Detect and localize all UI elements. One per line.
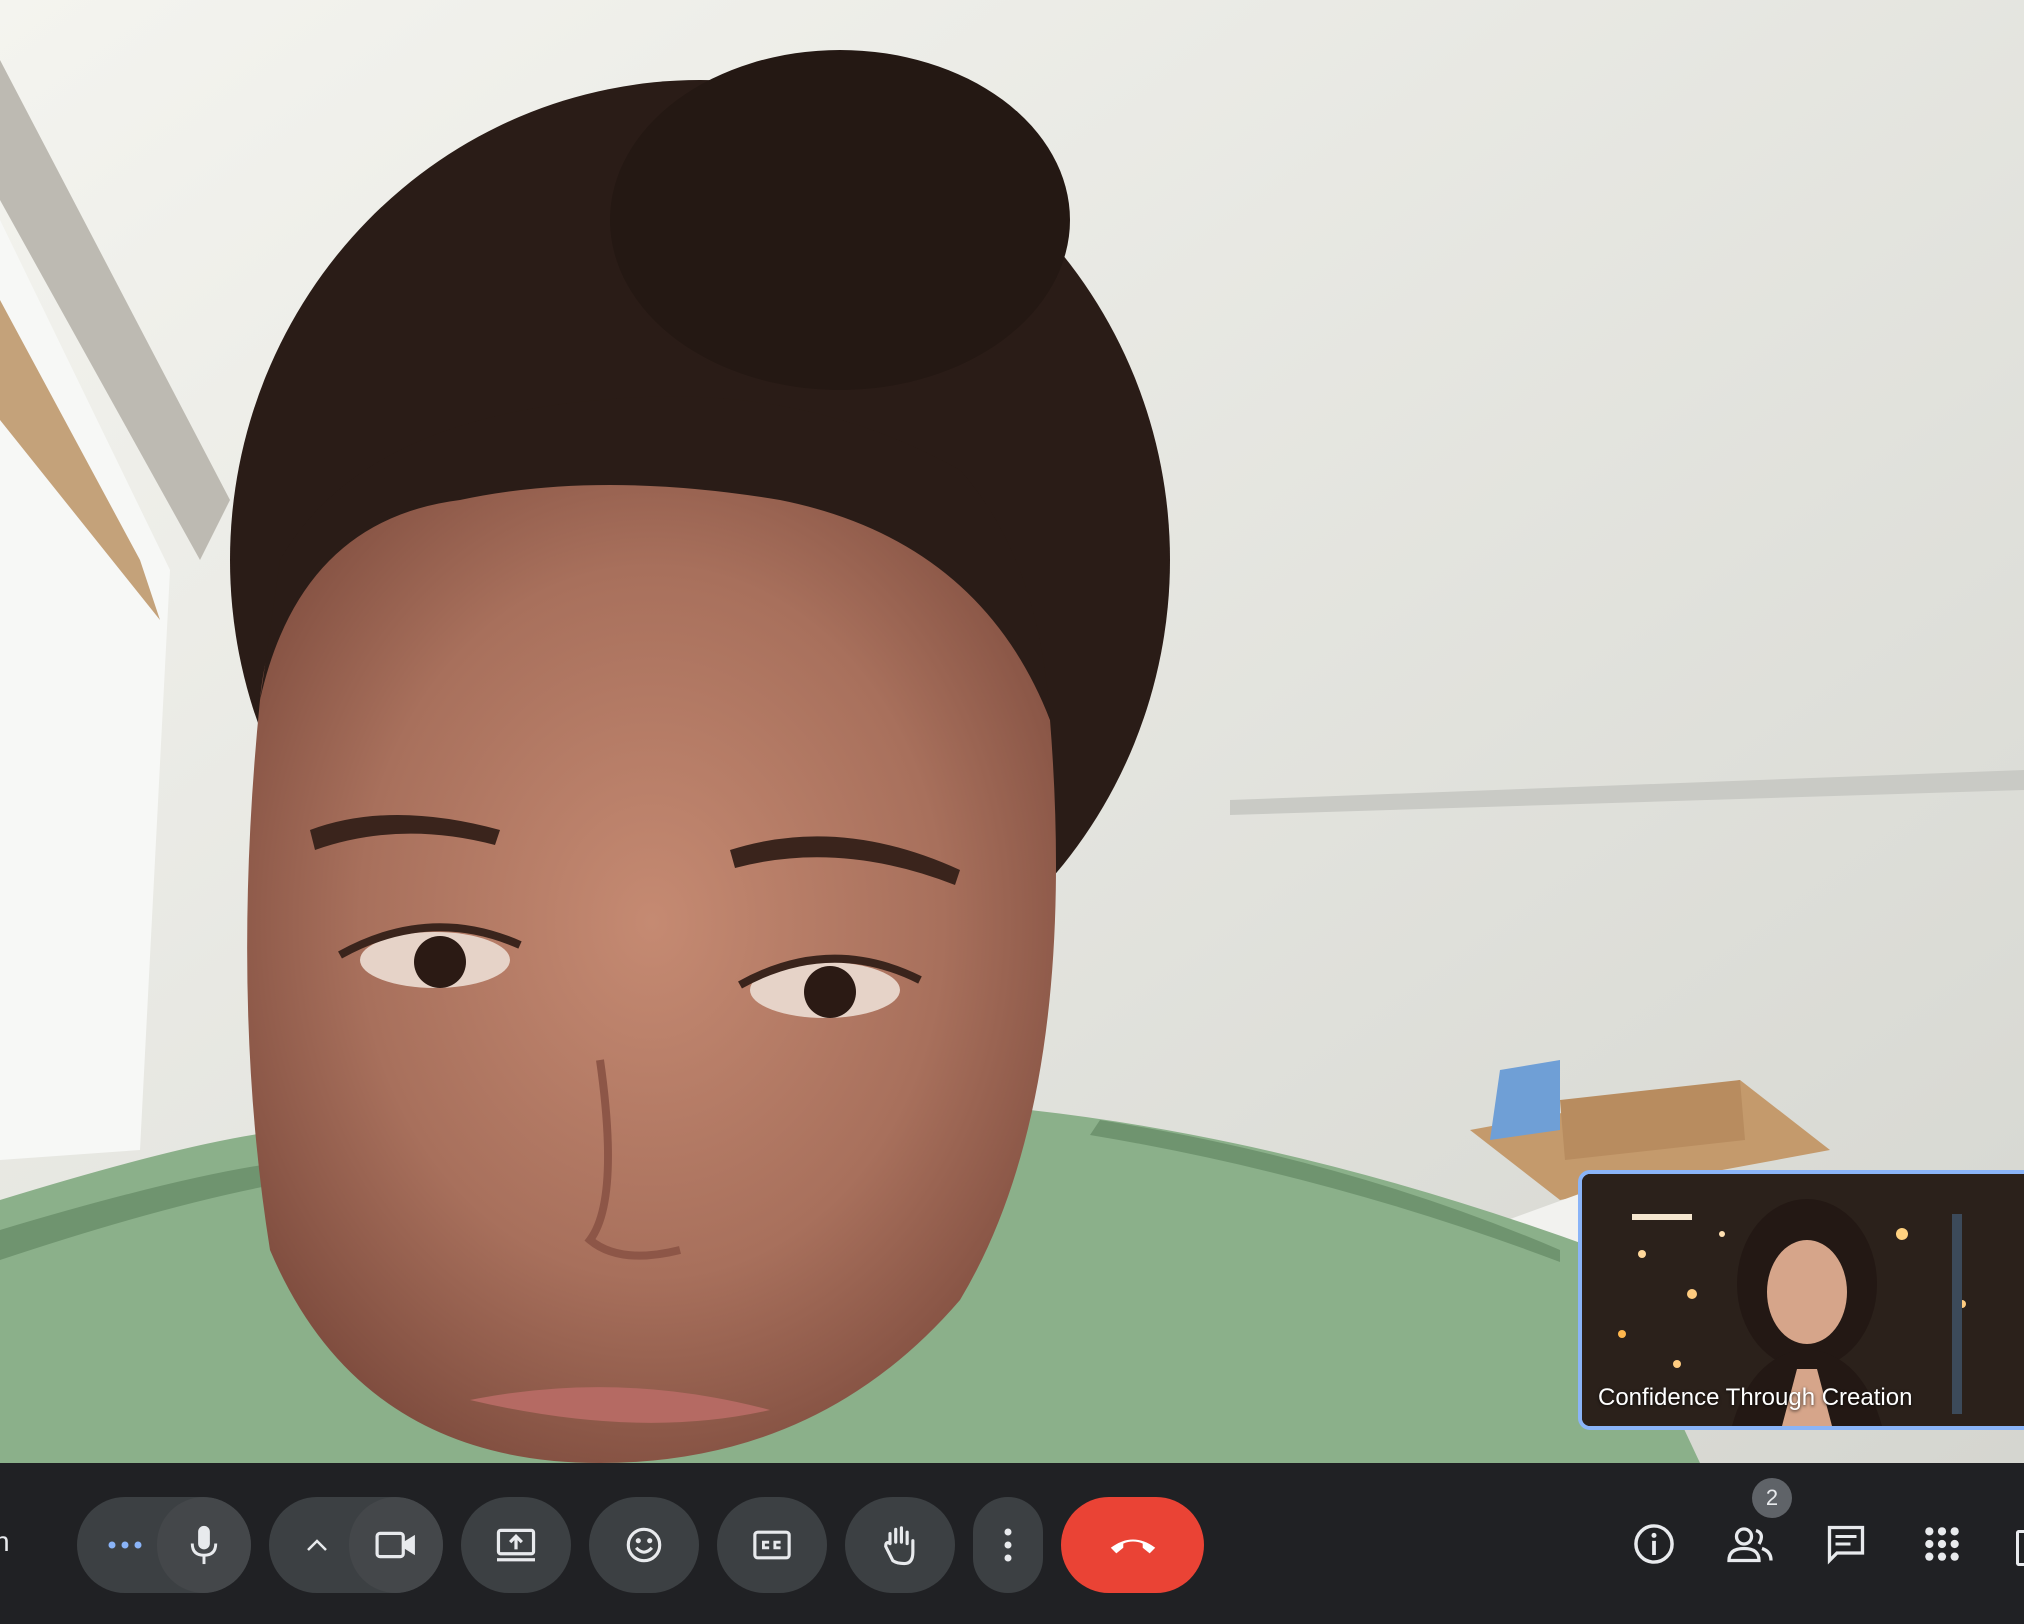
meeting-details-button[interactable] [1618, 1508, 1690, 1580]
mic-button[interactable] [157, 1497, 251, 1593]
more-vertical-icon [1004, 1528, 1012, 1562]
more-horizontal-icon [108, 1541, 142, 1549]
captions-button[interactable] [717, 1497, 827, 1593]
partial-edge-icon [2016, 1530, 2024, 1566]
self-view-name: Confidence Through Creation [1598, 1384, 1913, 1411]
present-screen-icon [496, 1528, 536, 1562]
microphone-icon [190, 1525, 218, 1565]
raise-hand-button[interactable] [845, 1497, 955, 1593]
apps-grid-icon [1925, 1527, 1959, 1561]
hang-up-icon [1110, 1539, 1155, 1554]
camera-control-group [269, 1497, 443, 1593]
present-button[interactable] [461, 1497, 571, 1593]
chat-icon [1827, 1525, 1865, 1565]
people-icon [1727, 1527, 1773, 1563]
videocam-icon [375, 1531, 415, 1559]
participant-count-badge: 2 [1752, 1478, 1792, 1518]
more-options-button[interactable] [973, 1497, 1043, 1593]
camera-button[interactable] [349, 1497, 443, 1593]
hand-icon [884, 1526, 915, 1566]
activities-button[interactable] [1906, 1508, 1978, 1580]
emoji-icon [626, 1527, 662, 1563]
self-view-tile[interactable]: Confidence Through Creation [1578, 1170, 2024, 1430]
people-button[interactable] [1714, 1508, 1786, 1580]
info-icon [1634, 1524, 1674, 1564]
reaction-button[interactable] [589, 1497, 699, 1593]
chevron-up-icon [307, 1539, 327, 1551]
closed-captions-icon [753, 1530, 791, 1560]
mic-control-group [77, 1497, 251, 1593]
chat-button[interactable] [1810, 1508, 1882, 1580]
meeting-code: n [0, 1526, 10, 1557]
leave-call-button[interactable] [1061, 1497, 1204, 1593]
